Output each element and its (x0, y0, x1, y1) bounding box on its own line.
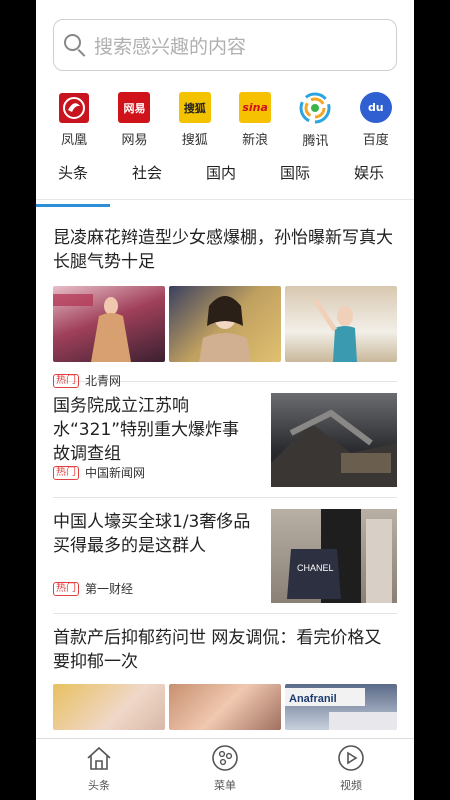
source-label: 腾讯 (302, 134, 329, 149)
source-label: 搜狐 (181, 133, 208, 148)
article-image (169, 286, 281, 362)
category-tabs: 头条 社会 国内 国际 娱乐 (36, 156, 414, 207)
search-placeholder: 搜索感兴趣的内容 (94, 35, 247, 58)
sohu-logo-icon: 搜狐 (178, 92, 211, 123)
nav-video[interactable]: 视频 (288, 739, 414, 800)
news-feed: 昆凌麻花辫造型少女感爆棚，孙怡曝新写真大长腿气势十足 热门 北青网 国务院成立江… (53, 210, 397, 764)
sina-logo-icon: sina (239, 92, 272, 123)
source-sina[interactable]: sina 新浪 (230, 92, 280, 148)
image-caption: Anafranil (289, 693, 337, 705)
app-screen: 搜索感兴趣的内容 凤凰 网易 网易 搜狐 搜狐 sina 新浪 腾讯 du 百度… (36, 0, 414, 800)
source-label: 新浪 (242, 133, 269, 148)
article-image (271, 393, 397, 487)
nav-label: 菜单 (214, 779, 236, 792)
nav-label: 头条 (88, 779, 110, 792)
article-source: 中国新闻网 (85, 466, 146, 480)
tab-domestic[interactable]: 国内 (184, 156, 258, 199)
news-article[interactable]: 国务院成立江苏响水“321”特别重大爆炸事故调查组 热门 中国新闻网 (53, 382, 397, 498)
source-ifeng[interactable]: 凤凰 (49, 92, 99, 148)
article-image (285, 286, 397, 362)
news-article[interactable]: 昆凌麻花辫造型少女感爆棚，孙怡曝新写真大长腿气势十足 热门 北青网 (53, 210, 397, 388)
source-baidu[interactable]: du 百度 (351, 92, 401, 148)
play-icon (338, 745, 364, 771)
article-title: 昆凌麻花辫造型少女感爆棚，孙怡曝新写真大长腿气势十足 (53, 228, 393, 272)
article-title: 首款产后抑郁药问世 网友调侃：看完价格又要抑郁一次 (53, 628, 382, 672)
tab-entertainment[interactable]: 娱乐 (332, 156, 406, 199)
article-image (169, 684, 281, 730)
nav-label: 视频 (340, 779, 362, 792)
netease-logo-icon: 网易 (118, 92, 151, 123)
hot-badge: 热门 (53, 581, 79, 596)
menu-dots-icon (212, 745, 238, 771)
news-source-row: 凤凰 网易 网易 搜狐 搜狐 sina 新浪 腾讯 du 百度 (36, 92, 414, 149)
article-meta: 热门 中国新闻网 (53, 464, 145, 481)
image-caption: CHANEL (297, 563, 334, 573)
article-thumbnails: Anafranil (53, 684, 397, 730)
home-icon (87, 746, 111, 770)
source-label: 百度 (362, 133, 389, 148)
article-title: 国务院成立江苏响水“321”特别重大爆炸事故调查组 (53, 396, 240, 464)
article-image: Anafranil (285, 684, 397, 730)
article-image: CHANEL (271, 509, 397, 603)
article-meta: 热门 第一财经 (53, 580, 133, 597)
baidu-logo-icon: du (359, 92, 392, 123)
article-image (53, 684, 165, 730)
search-icon (62, 32, 88, 58)
bottom-navigation: 头条 菜单 视频 (36, 738, 414, 800)
source-label: 凤凰 (61, 133, 88, 148)
article-image (53, 286, 165, 362)
tab-international[interactable]: 国际 (258, 156, 332, 199)
article-source: 第一财经 (85, 582, 134, 596)
tab-society[interactable]: 社会 (110, 156, 184, 199)
tencent-logo-icon (299, 92, 331, 124)
article-title: 中国人壕买全球1/3奢侈品 买得最多的是这群人 (53, 512, 251, 556)
source-netease[interactable]: 网易 网易 (109, 92, 159, 148)
article-thumbnails (53, 286, 397, 362)
search-bar[interactable]: 搜索感兴趣的内容 (53, 19, 397, 71)
nav-menu[interactable]: 菜单 (162, 739, 288, 800)
source-label: 网易 (121, 133, 148, 148)
ifeng-logo-icon (58, 92, 90, 123)
news-article[interactable]: 中国人壕买全球1/3奢侈品 买得最多的是这群人 CHANEL 热门 第一财经 (53, 498, 397, 614)
hot-badge: 热门 (53, 465, 79, 480)
source-sohu[interactable]: 搜狐 搜狐 (170, 92, 220, 148)
nav-headlines[interactable]: 头条 (36, 739, 162, 800)
tab-headlines[interactable]: 头条 (36, 156, 110, 207)
source-tencent[interactable]: 腾讯 (290, 92, 340, 149)
